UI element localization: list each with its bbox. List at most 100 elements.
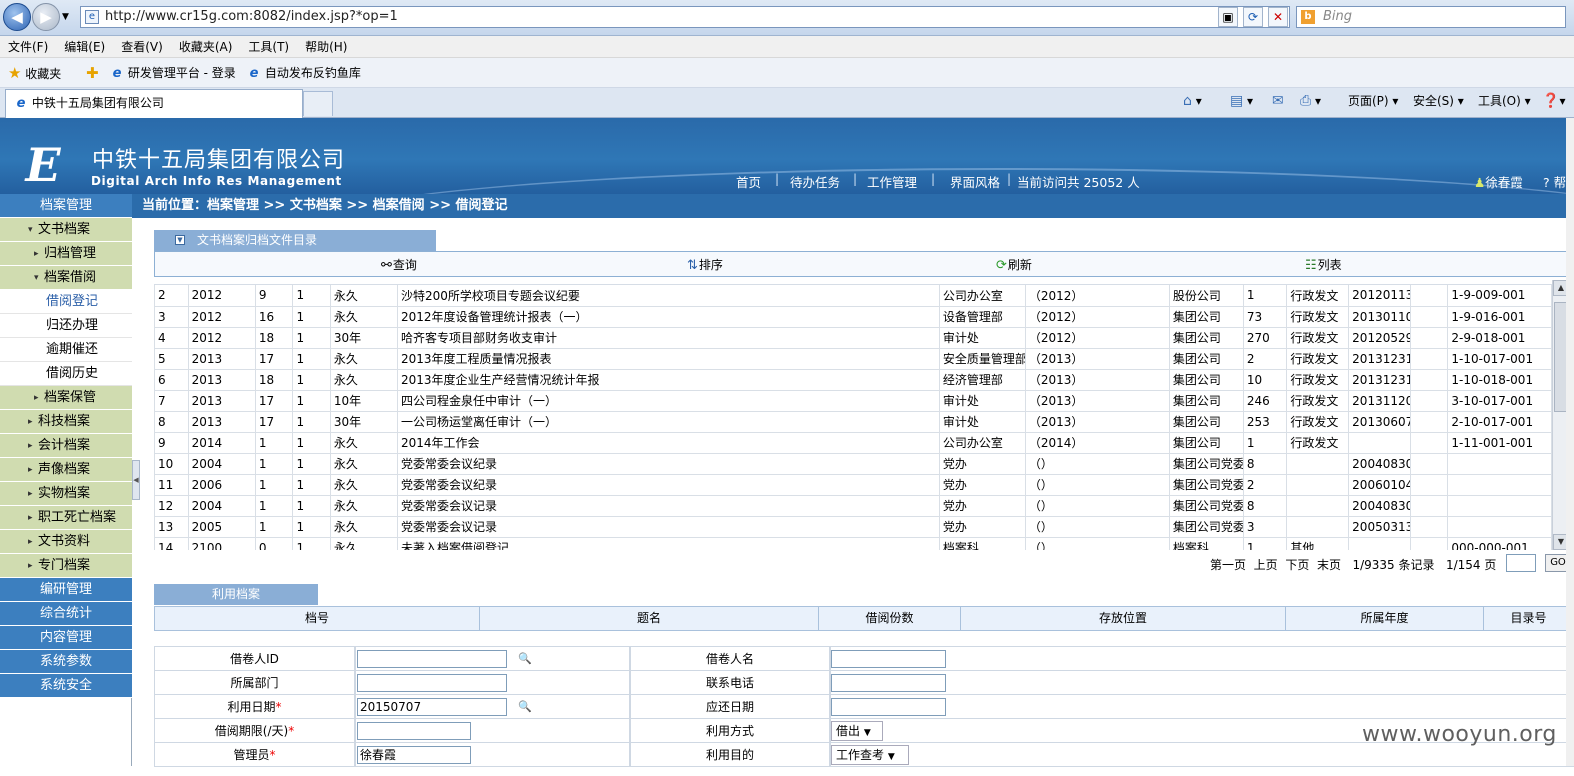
menu-edit[interactable]: 编辑(E) [56,36,113,58]
table-row[interactable]: 8 2013 17 1 30年 一公司杨运堂离任审计（一） 审计处 （2013） 集团公司 253… [154,411,1552,433]
table-cell: 集团公司 [1168,327,1244,349]
table-row[interactable]: 14 2100 0 1 永久 未著入档案借阅登记 档案科 （） 档案科 1 其他 000-000-00… [154,537,1552,550]
collapse-icon[interactable]: ▼ [175,235,185,245]
sidebar-item-guidang[interactable]: 归档管理 [0,242,132,266]
table-row[interactable]: 6 2013 18 1 永久 2013年度企业生产经营情况统计年报 经济管理部 （2013）集… [154,369,1552,391]
table-cell: 20050313 [1348,516,1412,538]
table-row[interactable]: 2 2012 9 1 永久 沙特200所学校项目专题会议纪要 公司办公室 （2012） 股份公司… [154,285,1552,307]
help-button[interactable]: ❓▾ [1542,88,1565,114]
menu-tools[interactable]: 工具(T) [240,36,297,58]
sort-button[interactable]: ⇅排序 [687,252,723,279]
sidebar-tongji[interactable]: 综合统计 [0,602,132,626]
admin-input[interactable]: 徐春霞 [357,746,471,764]
table-row[interactable]: 12 2004 1 1 永久 党委常委会议记录 党办 （） 集团公司党委 8 20040830 [154,495,1552,517]
pager-first[interactable]: 第一页 [1210,558,1246,572]
sidebar-item-zhuanmen[interactable]: 专门档案 [0,554,132,578]
purpose-select[interactable]: 工作查考 ▼ [831,745,909,765]
search-icon[interactable]: 🔍 [518,700,532,713]
borrower-name-input[interactable] [831,650,946,668]
sidebar-item-shengxiang[interactable]: 声像档案 [0,458,132,482]
help-link[interactable]: ? 帮 [1543,172,1566,191]
nav-work[interactable]: 工作管理 [867,172,917,191]
page-menu[interactable]: 页面(P) ▾ [1348,88,1398,114]
refresh-button[interactable]: ⟳刷新 [996,252,1032,279]
table-row[interactable]: 3 2012 16 1 永久 2012年度设备管理统计报表（一） 设备管理部 （2012） 集团… [154,306,1552,328]
pager-prev[interactable]: 上页 [1254,558,1278,572]
nav-home[interactable]: 首页 [736,172,761,191]
history-dropdown-icon[interactable]: ▼ [62,12,69,22]
table-cell: 行政发文 [1286,369,1350,391]
sidebar-neirong[interactable]: 内容管理 [0,626,132,650]
sidebar-item-jieyue-dengji[interactable]: 借阅登记 [0,290,132,314]
back-button[interactable]: ◀ [3,3,31,31]
add-favorite-icon[interactable]: ✚ [86,58,99,89]
forward-button[interactable]: ▶ [32,3,60,31]
app-header: E 中铁十五局集团有限公司 Digital Arch Info Res Mana… [0,118,1574,194]
compat-view-icon[interactable]: ▣ [1218,7,1238,27]
sidebar-item-kuaiji[interactable]: 会计档案 [0,434,132,458]
menu-view[interactable]: 查看(V) [113,36,171,58]
table-row[interactable]: 7 2013 17 1 10年 四公司程金泉任中审计（一） 审计处 （2013） 集团公司 246… [154,390,1552,412]
list-button[interactable]: ☷列表 [1305,252,1342,279]
use-date-input[interactable]: 20150707 [357,698,507,716]
sidebar-item-keji[interactable]: 科技档案 [0,410,132,434]
new-tab-button[interactable] [303,91,333,116]
nav-todo[interactable]: 待办任务 [790,172,840,191]
table-row[interactable]: 13 2005 1 1 永久 党委常委会议记录 党办 （） 集团公司党委 3 20050313 [154,516,1552,538]
sidebar-item-yuqi[interactable]: 逾期催还 [0,338,132,362]
table-cell [1348,432,1412,454]
home-button[interactable]: ⌂ ▾ [1183,88,1202,114]
sidebar-item-lishi[interactable]: 借阅历史 [0,362,132,386]
method-select[interactable]: 借出 ▼ [831,721,883,741]
sidebar-item-shiwu[interactable]: 实物档案 [0,482,132,506]
address-bar[interactable]: e http://www.cr15g.com:8082/index.jsp?*o… [80,6,1290,28]
safety-menu[interactable]: 安全(S) ▾ [1413,88,1464,114]
page-number-input[interactable] [1506,554,1536,572]
sidebar-title[interactable]: 档案管理 [0,194,132,218]
tab-active[interactable]: e 中铁十五局集团有限公司 [5,89,303,118]
sidebar-item-guihuan[interactable]: 归还办理 [0,314,132,338]
mail-button[interactable]: ✉ [1272,88,1284,114]
sidebar-item-ziliao[interactable]: 文书资料 [0,530,132,554]
dept-input[interactable] [357,674,507,692]
table-row[interactable]: 11 2006 1 1 永久 党委常委会议纪录 党办 （） 集团公司党委 2 20060104 [154,474,1552,496]
menu-favorites[interactable]: 收藏夹(A) [171,36,241,58]
favorites-button[interactable]: ★ 收藏夹 [8,58,61,89]
search-box[interactable]: b Bing [1296,6,1566,28]
menu-file[interactable]: 文件(F) [0,36,56,58]
sidebar-item-baoguan[interactable]: 档案保管 [0,386,132,410]
return-date-input[interactable] [831,698,946,716]
print-button[interactable]: ⎙ ▾ [1300,88,1321,114]
sidebar-bianyan[interactable]: 编研管理 [0,578,132,602]
table-cell: 党办 [938,495,1026,517]
pager-next[interactable]: 下页 [1285,558,1309,572]
table-row[interactable]: 5 2013 17 1 永久 2013年度工程质量情况报表 安全质量管理部 （2013） 集团公… [154,348,1552,370]
favorite-link-phish[interactable]: e 自动发布反钓鱼库 [247,58,361,88]
nav-style[interactable]: 界面风格 [950,172,1000,191]
tools-menu[interactable]: 工具(O) ▾ [1478,88,1531,114]
menu-help[interactable]: 帮助(H) [297,36,355,58]
pager-last[interactable]: 末页 [1317,558,1341,572]
collapse-handle[interactable]: ◀ [132,460,140,500]
table-cell: 9 [154,432,189,454]
refresh-icon[interactable]: ⟳ [1243,7,1263,27]
sidebar-canshu[interactable]: 系统参数 [0,650,132,674]
table-row[interactable]: 9 2014 1 1 永久 2014年工作会 公司办公室 （2014） 集团公司 1 行政发文 1-1… [154,432,1552,454]
table-row[interactable]: 4 2012 18 1 30年 哈齐客专项目部财务收支审计 审计处 （2012） 集团公司 270… [154,327,1552,349]
sidebar-item-zhigong[interactable]: 职工死亡档案 [0,506,132,530]
sidebar-anquan[interactable]: 系统安全 [0,674,132,698]
page-scrollbar[interactable] [1566,118,1574,766]
stop-icon[interactable]: ✕ [1268,7,1288,27]
query-button[interactable]: ⚯查询 [381,252,417,279]
search-icon[interactable]: 🔍 [518,652,532,665]
sidebar-item-wenshu[interactable]: 文书档案 [0,218,132,242]
feeds-button[interactable]: ▤ ▾ [1230,88,1253,114]
borrower-id-input[interactable] [357,650,507,668]
user-link[interactable]: ♟徐春霞 [1474,172,1523,191]
sidebar-item-jieyue[interactable]: 档案借阅 [0,266,132,290]
period-input[interactable] [357,722,471,740]
table-cell: 1-9-016-001 [1447,306,1552,328]
favorite-link-rd[interactable]: e 研发管理平台 - 登录 [110,58,236,88]
table-row[interactable]: 10 2004 1 1 永久 党委常委会议纪录 党办 （） 集团公司党委 8 20040830 [154,453,1552,475]
phone-input[interactable] [831,674,946,692]
